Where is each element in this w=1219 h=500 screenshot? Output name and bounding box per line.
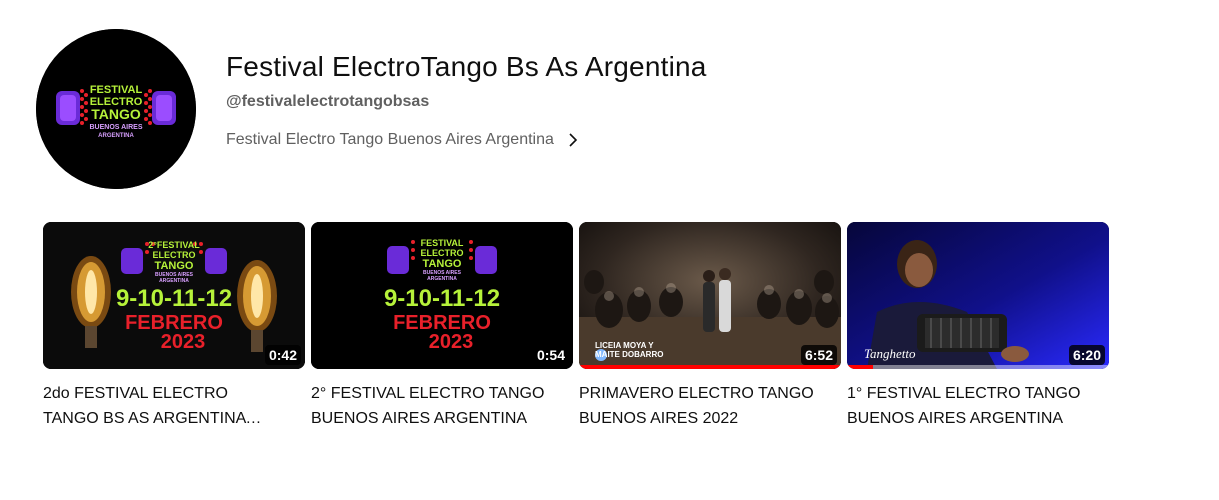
video-thumbnail[interactable]: FESTIVAL ELECTRO TANGO BUENOS AIRES ARGE… [311,222,573,369]
svg-text:2023: 2023 [161,331,206,353]
svg-text:2023: 2023 [429,331,474,353]
watch-progress-bar [847,365,874,369]
svg-text:ARGENTINA: ARGENTINA [159,278,189,284]
svg-text:TANGO: TANGO [91,106,141,122]
video-duration: 0:42 [264,345,301,365]
video-duration: 6:20 [1068,345,1105,365]
video-card[interactable]: Tanghetto 6:20 1° FESTIVAL ELECTRO TANGO… [847,222,1109,431]
svg-text:TANGO: TANGO [155,260,194,272]
channel-header: FESTIVAL ELECTRO TANGO BUENOS AIRES ARGE… [36,29,707,189]
svg-text:9-10-11-12: 9-10-11-12 [116,285,232,312]
video-title[interactable]: 2do FESTIVAL ELECTRO TANGO BS AS ARGENTI… [43,381,283,431]
video-duration: 0:54 [532,345,569,365]
video-thumbnail[interactable]: Tanghetto 6:20 [847,222,1109,369]
video-thumbnail[interactable]: LICEIA MOYA Y MAITE DOBARRO 6:52 [579,222,841,369]
video-card[interactable]: LICEIA MOYA Y MAITE DOBARRO 6:52 PRIMAVE… [579,222,841,431]
svg-text:9-10-11-12: 9-10-11-12 [384,285,500,312]
chevron-right-icon [569,133,578,147]
channel-info: Festival ElectroTango Bs As Argentina @f… [226,29,707,189]
video-title[interactable]: 2° FESTIVAL ELECTRO TANGO BUENOS AIRES A… [311,381,551,431]
thumbnail-signature: Tanghetto [864,346,916,361]
right-bandoneon-icon [152,91,176,125]
svg-text:ELECTRO: ELECTRO [152,250,195,260]
channel-description: Festival Electro Tango Buenos Aires Arge… [226,131,554,148]
video-shelf: 2°FESTIVAL ELECTRO TANGO BUENOS AIRES AR… [43,222,1115,431]
watch-progress-bar [579,365,841,369]
video-card[interactable]: FESTIVAL ELECTRO TANGO BUENOS AIRES ARGE… [311,222,573,431]
festival-logo: FESTIVAL ELECTRO TANGO BUENOS AIRES ARGE… [36,29,196,189]
svg-text:ARGENTINA: ARGENTINA [98,133,134,139]
svg-text:TANGO: TANGO [423,258,462,270]
channel-name: Festival ElectroTango Bs As Argentina [226,51,707,82]
video-card[interactable]: 2°FESTIVAL ELECTRO TANGO BUENOS AIRES AR… [43,222,305,431]
svg-text:FESTIVAL: FESTIVAL [421,238,464,248]
left-bandoneon-icon [56,91,80,125]
watch-progress-track [847,365,1109,369]
video-title[interactable]: 1° FESTIVAL ELECTRO TANGO BUENOS AIRES A… [847,381,1087,431]
thumbnail-caption: LICEIA MOYA Y MAITE DOBARRO [595,341,664,359]
svg-text:ARGENTINA: ARGENTINA [427,276,457,282]
svg-text:FESTIVAL: FESTIVAL [90,84,143,96]
svg-text:BUENOS AIRES: BUENOS AIRES [89,124,142,131]
svg-text:ELECTRO: ELECTRO [420,248,463,258]
svg-text:2°FESTIVAL: 2°FESTIVAL [148,240,200,250]
video-duration: 6:52 [800,345,837,365]
channel-avatar[interactable]: FESTIVAL ELECTRO TANGO BUENOS AIRES ARGE… [36,29,196,189]
video-thumbnail[interactable]: 2°FESTIVAL ELECTRO TANGO BUENOS AIRES AR… [43,222,305,369]
video-title[interactable]: PRIMAVERO ELECTRO TANGO BUENOS AIRES 202… [579,381,819,431]
channel-description-link[interactable]: Festival Electro Tango Buenos Aires Arge… [226,129,707,151]
channel-handle: @festivalelectrotangobsas [226,93,430,110]
